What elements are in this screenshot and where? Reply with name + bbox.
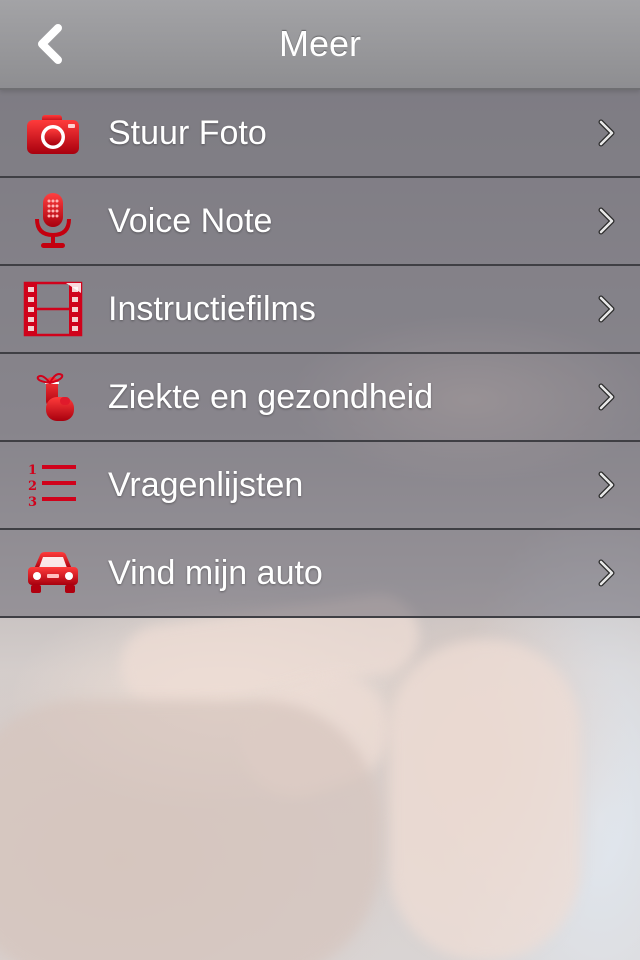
chevron-right-icon (598, 207, 615, 235)
screen: Meer Stuur Foto Voice Note Instructiefil… (0, 0, 640, 960)
film-icon (23, 281, 83, 337)
page-title: Meer (278, 23, 362, 64)
menu-item-vragenlijsten[interactable]: 1 2 3 Vragenlijsten (0, 442, 640, 530)
chevron-right-icon (598, 119, 615, 147)
menu-item-ziekte-en-gezondheid[interactable]: Ziekte en gezondheid (0, 354, 640, 442)
menu-item-instructiefilms[interactable]: Instructiefilms (0, 266, 640, 354)
menu-list: Stuur Foto Voice Note Instructiefilms Zi… (0, 90, 640, 618)
chevron-right-icon (598, 383, 615, 411)
menu-item-label: Vragenlijsten (108, 466, 304, 504)
menu-item-label: Voice Note (108, 202, 273, 240)
menu-item-voice-note[interactable]: Voice Note (0, 178, 640, 266)
menu-item-label: Vind mijn auto (108, 554, 323, 592)
chevron-right-icon (598, 559, 615, 587)
menu-item-label: Instructiefilms (108, 290, 316, 328)
menu-item-stuur-foto[interactable]: Stuur Foto (0, 90, 640, 178)
chevron-right-icon (598, 295, 615, 323)
microphone-icon (35, 193, 71, 248)
chevron-right-icon (598, 471, 615, 499)
menu-item-label: Ziekte en gezondheid (108, 378, 434, 416)
svg-text:1: 1 (28, 463, 37, 478)
car-icon (28, 552, 78, 593)
menu-item-vind-mijn-auto[interactable]: Vind mijn auto (0, 530, 640, 618)
numbered-list-icon: 1 2 3 (28, 463, 76, 510)
background-hand-shape (390, 640, 580, 960)
finger-string-icon (36, 373, 74, 421)
svg-text:3: 3 (28, 495, 37, 510)
nav-bar: Meer (0, 0, 640, 90)
camera-icon (27, 115, 79, 154)
background-hand-shape (0, 700, 380, 960)
menu-item-label: Stuur Foto (108, 114, 267, 152)
svg-text:2: 2 (28, 479, 37, 494)
